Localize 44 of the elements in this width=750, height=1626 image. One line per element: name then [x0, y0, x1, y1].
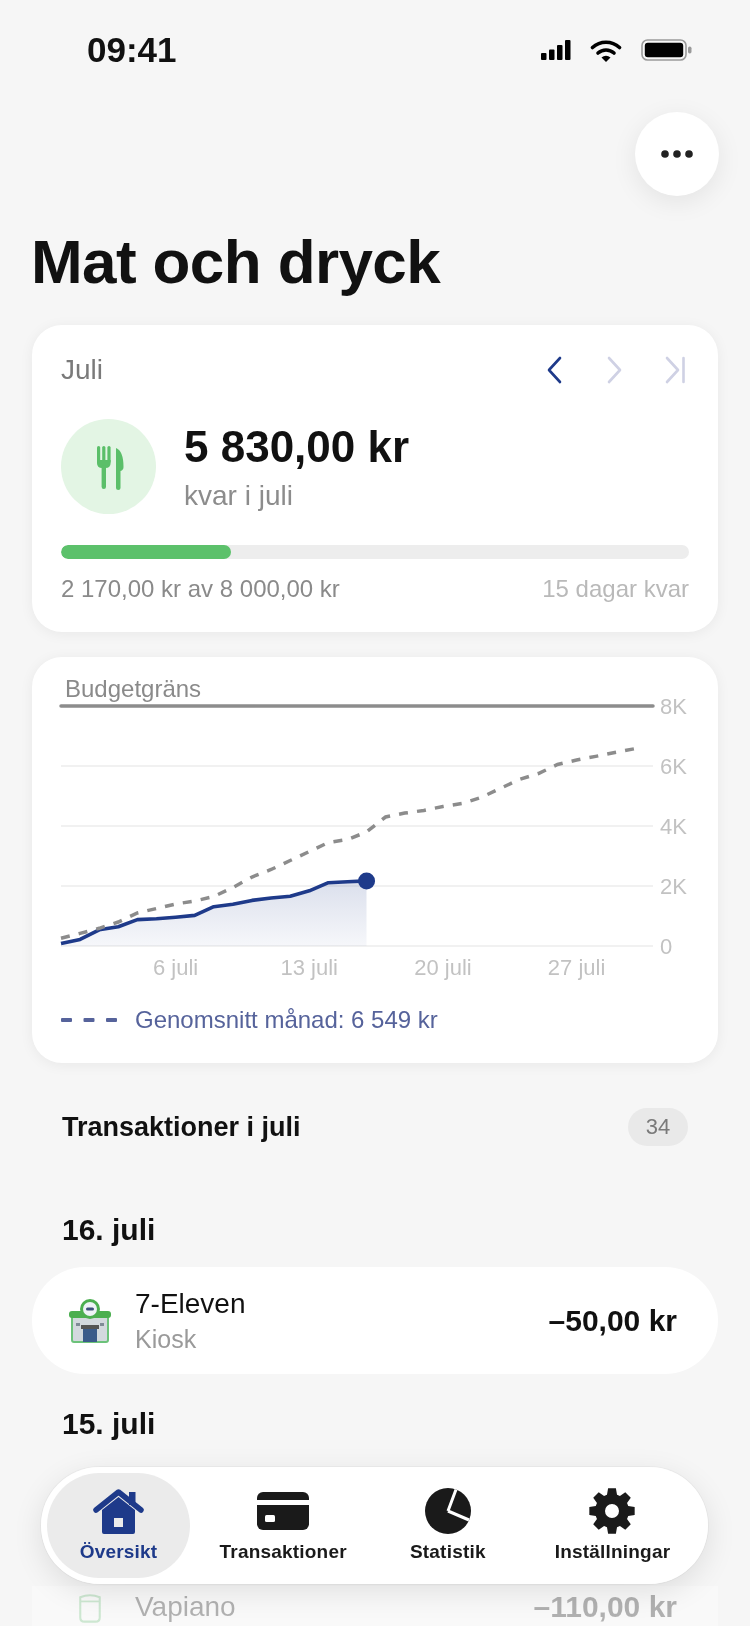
chevron-left-icon[interactable]	[546, 356, 564, 384]
axis-label: 0	[660, 934, 673, 959]
pie-chart-icon	[424, 1487, 471, 1534]
dashed-line-icon	[61, 1018, 117, 1022]
settings-icon	[589, 1487, 636, 1534]
more-icon	[661, 150, 693, 158]
store-icon	[67, 1297, 113, 1344]
date-heading: 16. juli	[62, 1212, 156, 1248]
tab[interactable]: Inställningar	[540, 1473, 684, 1578]
remaining-amount: 5 830,00 kr	[184, 421, 410, 472]
date-heading: 15. juli	[62, 1406, 156, 1442]
transaction-amount: –50,00 kr	[548, 1303, 677, 1338]
axis-label: 8K	[660, 694, 687, 719]
tab[interactable]: Statistik	[376, 1473, 520, 1578]
axis-label: 4K	[660, 814, 687, 839]
transaction-card[interactable]: 7-Eleven Kiosk –50,00 kr	[32, 1267, 718, 1374]
axis-label: 27 juli	[547, 955, 606, 980]
days-left-label: 15 dagar kvar	[542, 575, 689, 603]
count-badge: 34	[628, 1108, 688, 1146]
battery-icon	[641, 39, 692, 61]
legend-label: Genomsnitt månad: 6 549 kr	[135, 1006, 438, 1034]
axis-label: 6K	[660, 754, 687, 779]
merchant-name: Vapiano	[135, 1591, 236, 1623]
axis-label: 2K	[660, 874, 687, 899]
remaining-caption: kvar i juli	[184, 479, 293, 512]
transaction-amount: –110,00 kr	[533, 1590, 677, 1624]
fork-knife-icon	[61, 419, 156, 514]
period-label: Juli	[61, 354, 103, 386]
section-title: Transaktioner i juli	[62, 1111, 301, 1143]
status-time: 09:41	[87, 30, 177, 70]
axis-label: 6 juli	[152, 955, 199, 980]
merchant-name: 7-Eleven	[135, 1287, 246, 1320]
category-label: Kiosk	[135, 1323, 197, 1354]
spent-summary: 2 170,00 kr av 8 000,00 kr	[61, 575, 340, 603]
signal-icon	[541, 40, 571, 60]
current-point-marker	[358, 872, 376, 890]
axis-label: 13 juli	[280, 955, 338, 980]
home-icon	[92, 1487, 145, 1534]
tab[interactable]: Översikt	[47, 1473, 190, 1578]
wifi-icon	[590, 38, 622, 62]
tab[interactable]: Transaktioner	[211, 1473, 355, 1578]
axis-label: 20 juli	[414, 955, 472, 980]
budget-limit-label: Budgetgräns	[65, 675, 202, 702]
card-icon	[257, 1491, 310, 1530]
